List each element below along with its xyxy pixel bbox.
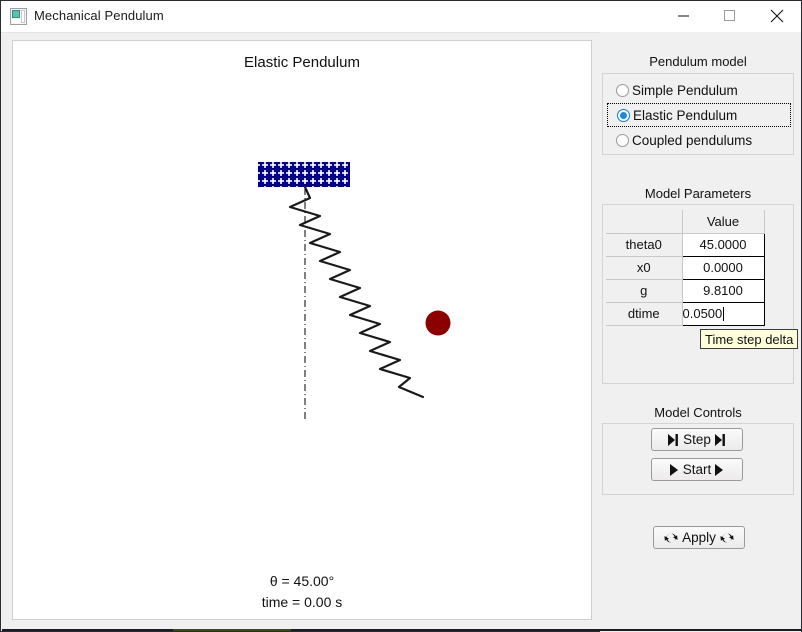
row-header-g: g [606, 279, 683, 303]
start-button-label: Start [682, 462, 712, 477]
apply-button-label: Apply [682, 530, 716, 545]
model-parameters-group: Value theta0 45.0000 x0 0.0000 g 9.8100 … [602, 204, 794, 549]
play-icon [715, 463, 724, 476]
model-parameters-group-title: Model Parameters [644, 186, 752, 201]
cell-dtime-editor[interactable]: 0.0500 [681, 301, 765, 326]
cell-dtime-value: 0.0500 [682, 306, 723, 321]
radio-label-elastic: Elastic Pendulum [633, 107, 738, 123]
radio-label-coupled: Coupled pendulums [632, 132, 753, 148]
column-header-value: Value [682, 210, 765, 234]
step-forward-icon [668, 433, 679, 446]
pendulum-bob [425, 310, 451, 336]
start-button[interactable]: Start [651, 458, 743, 481]
close-button[interactable] [754, 1, 800, 31]
cell-x0-value[interactable]: 0.0000 [681, 256, 765, 280]
pendulum-model-group-title: Pendulum model [649, 54, 747, 69]
row-header-x0: x0 [606, 256, 683, 280]
table-row: theta0 45.0000 [606, 232, 765, 257]
row-header-theta0: theta0 [606, 233, 683, 257]
title-bar: Mechanical Pendulum [1, 1, 801, 33]
radio-simple-pendulum[interactable]: Simple Pendulum [607, 78, 791, 102]
play-icon [669, 463, 679, 476]
window-bottom-edge [2, 629, 802, 631]
radio-label-simple: Simple Pendulum [632, 82, 738, 98]
model-controls-group-title: Model Controls [654, 405, 742, 420]
maximize-button[interactable] [707, 1, 753, 31]
theta-readout: θ = 45.00° [269, 573, 335, 589]
minimize-button[interactable] [661, 1, 707, 31]
step-button[interactable]: Step [651, 428, 743, 451]
cell-theta0-value[interactable]: 45.0000 [681, 232, 765, 257]
radio-coupled-pendulums[interactable]: Coupled pendulums [607, 128, 791, 152]
table-header-row: Value [606, 210, 765, 234]
app-window-icon [10, 8, 27, 25]
pendulum-drawing [258, 162, 451, 422]
table-row: x0 0.0000 [606, 256, 765, 280]
row-header-dtime: dtime [606, 302, 683, 326]
ceiling-block [258, 162, 350, 187]
taskbar-sliver [173, 629, 291, 631]
spring [288, 185, 425, 399]
refresh-icon [664, 531, 678, 545]
step-button-label: Step [683, 432, 711, 447]
side-panel: Pendulum model Simple Pendulum Elastic P… [600, 32, 801, 632]
radio-indicator-coupled[interactable] [616, 133, 629, 147]
refresh-icon [720, 531, 734, 545]
pendulum-canvas[interactable]: Elastic Pendulum θ = 45.00° time = 0.00 … [12, 40, 592, 620]
table-row: dtime 0.0500 [606, 301, 765, 326]
radio-indicator-simple[interactable] [616, 83, 629, 97]
radio-elastic-pendulum[interactable]: Elastic Pendulum [607, 103, 791, 127]
table-corner-header [606, 210, 683, 234]
radio-indicator-elastic[interactable] [617, 108, 630, 122]
cell-g-value[interactable]: 9.8100 [681, 279, 765, 303]
step-forward-icon [714, 433, 726, 446]
tooltip-time-step-delta: Time step delta [700, 329, 799, 349]
time-readout: time = 0.00 s [261, 594, 343, 610]
parameters-table[interactable]: Value theta0 45.0000 x0 0.0000 g 9.8100 … [606, 210, 765, 326]
app-window: Mechanical Pendulum Elastic Pendulum θ =… [0, 0, 802, 632]
tooltip-text: Time step delta [705, 332, 794, 347]
text-caret [723, 307, 725, 321]
apply-button[interactable]: Apply [653, 526, 745, 549]
window-title: Mechanical Pendulum [34, 8, 164, 23]
table-row: g 9.8100 [606, 279, 765, 303]
pendulum-model-group: Simple Pendulum Elastic Pendulum Coupled… [602, 73, 794, 155]
